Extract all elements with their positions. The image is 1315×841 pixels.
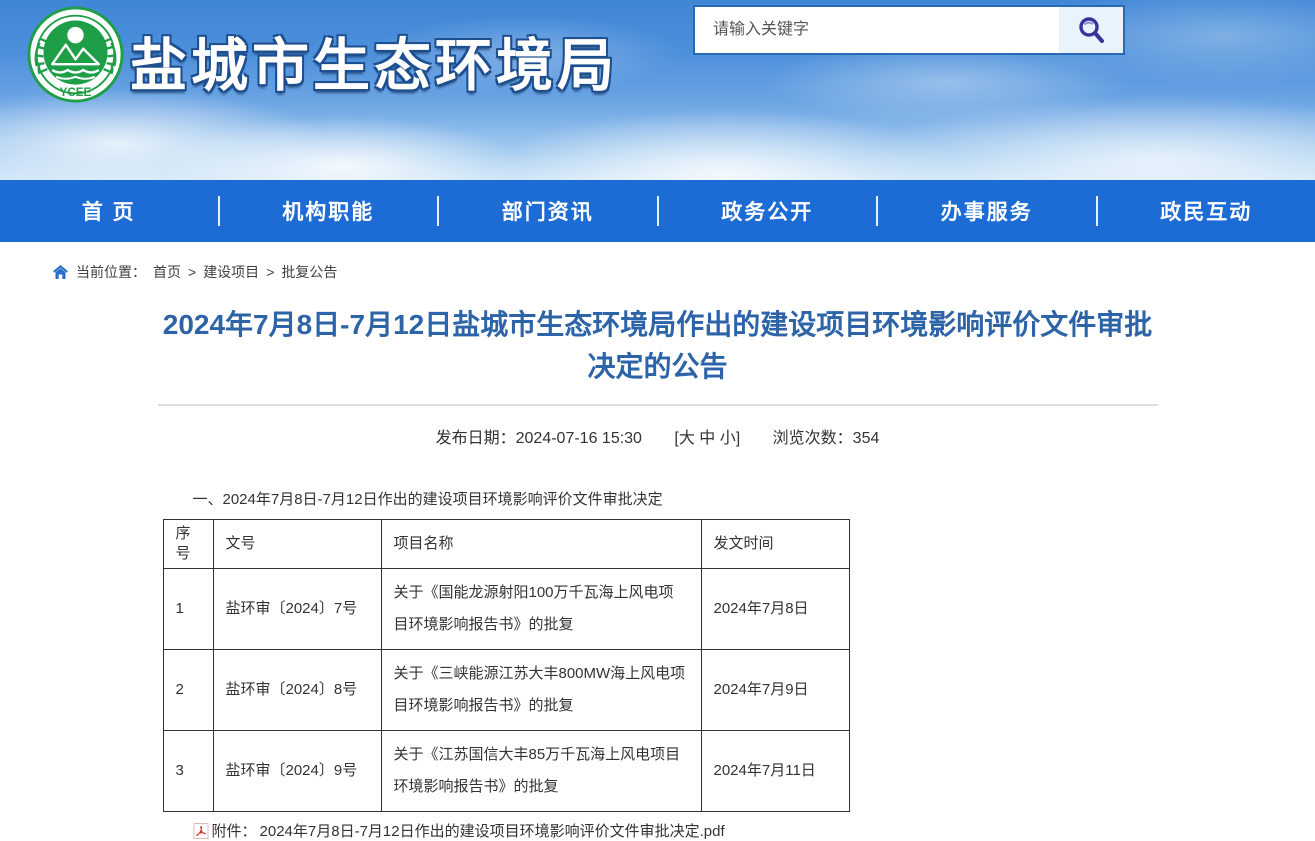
breadcrumb-separator: > [266, 264, 274, 280]
cell-date: 2024年7月9日 [701, 650, 849, 731]
view-count: 浏览次数：354 [773, 430, 880, 447]
breadcrumb-item-home[interactable]: 首页 [153, 262, 181, 282]
cell-doc: 盐环审〔2024〕7号 [213, 569, 381, 650]
col-header-seq: 序号 [163, 520, 213, 569]
cell-doc: 盐环审〔2024〕8号 [213, 650, 381, 731]
main-nav: 首 页 机构职能 部门资讯 政务公开 办事服务 政民互动 [0, 180, 1315, 242]
cell-date: 2024年7月11日 [701, 731, 849, 812]
cell-doc: 盐环审〔2024〕9号 [213, 731, 381, 812]
section-heading: 一、2024年7月8日-7月12日作出的建设项目环境影响评价文件审批决定 [193, 488, 1158, 509]
ycee-logo-icon: YCEE [27, 6, 124, 103]
breadcrumb-item-project[interactable]: 建设项目 [203, 262, 259, 282]
font-size-switcher[interactable]: [大 中 小] [674, 430, 740, 447]
site-title: 盐城市生态环境局 [130, 20, 618, 102]
table-row: 1 盐环审〔2024〕7号 关于《国能龙源射阳100万千瓦海上风电项目环境影响报… [163, 569, 849, 650]
nav-item-functions[interactable]: 机构职能 [220, 180, 438, 242]
search-box [693, 5, 1125, 55]
nav-item-interact[interactable]: 政民互动 [1098, 180, 1315, 242]
breadcrumb-item-notice[interactable]: 批复公告 [281, 262, 337, 282]
col-header-proj: 项目名称 [381, 520, 701, 569]
breadcrumb: 当前位置： 首页 > 建设项目 > 批复公告 [0, 242, 1315, 282]
cell-seq: 2 [163, 650, 213, 731]
table-row: 2 盐环审〔2024〕8号 关于《三峡能源江苏大丰800MW海上风电项目环境影响… [163, 650, 849, 731]
breadcrumb-separator: > [188, 264, 196, 280]
home-icon [52, 264, 69, 280]
nav-item-services[interactable]: 办事服务 [878, 180, 1096, 242]
cell-seq: 3 [163, 731, 213, 812]
table-row: 3 盐环审〔2024〕9号 关于《江苏国信大丰85万千瓦海上风电项目环境影响报告… [163, 731, 849, 812]
nav-item-home[interactable]: 首 页 [0, 180, 218, 242]
search-icon [1076, 15, 1106, 45]
table-header-row: 序号 文号 项目名称 发文时间 [163, 520, 849, 569]
search-button[interactable] [1059, 7, 1123, 53]
title-divider [158, 404, 1158, 406]
article-content: 2024年7月8日-7月12日盐城市生态环境局作出的建设项目环境影响评价文件审批… [158, 304, 1158, 841]
nav-item-news[interactable]: 部门资讯 [439, 180, 657, 242]
cell-proj: 关于《三峡能源江苏大丰800MW海上风电项目环境影响报告书》的批复 [381, 650, 701, 731]
cell-proj: 关于《国能龙源射阳100万千瓦海上风电项目环境影响报告书》的批复 [381, 569, 701, 650]
search-input[interactable] [695, 7, 1059, 53]
publish-info-row: 发布日期：2024-07-16 15:30 [大 中 小] 浏览次数：354 [158, 424, 1158, 448]
svg-text:YCEE: YCEE [60, 86, 92, 99]
cell-proj: 关于《江苏国信大丰85万千瓦海上风电项目环境影响报告书》的批复 [381, 731, 701, 812]
publish-date: 发布日期：2024-07-16 15:30 [436, 430, 642, 447]
page-title: 2024年7月8日-7月12日盐城市生态环境局作出的建设项目环境影响评价文件审批… [158, 304, 1158, 388]
approval-table: 序号 文号 项目名称 发文时间 1 盐环审〔2024〕7号 关于《国能龙源射阳1… [163, 519, 850, 812]
col-header-doc: 文号 [213, 520, 381, 569]
cell-seq: 1 [163, 569, 213, 650]
col-header-date: 发文时间 [701, 520, 849, 569]
header-banner: YCEE 盐城市生态环境局 [0, 0, 1315, 180]
cell-date: 2024年7月8日 [701, 569, 849, 650]
breadcrumb-prefix: 当前位置： [76, 262, 146, 282]
nav-item-gov-info[interactable]: 政务公开 [659, 180, 877, 242]
